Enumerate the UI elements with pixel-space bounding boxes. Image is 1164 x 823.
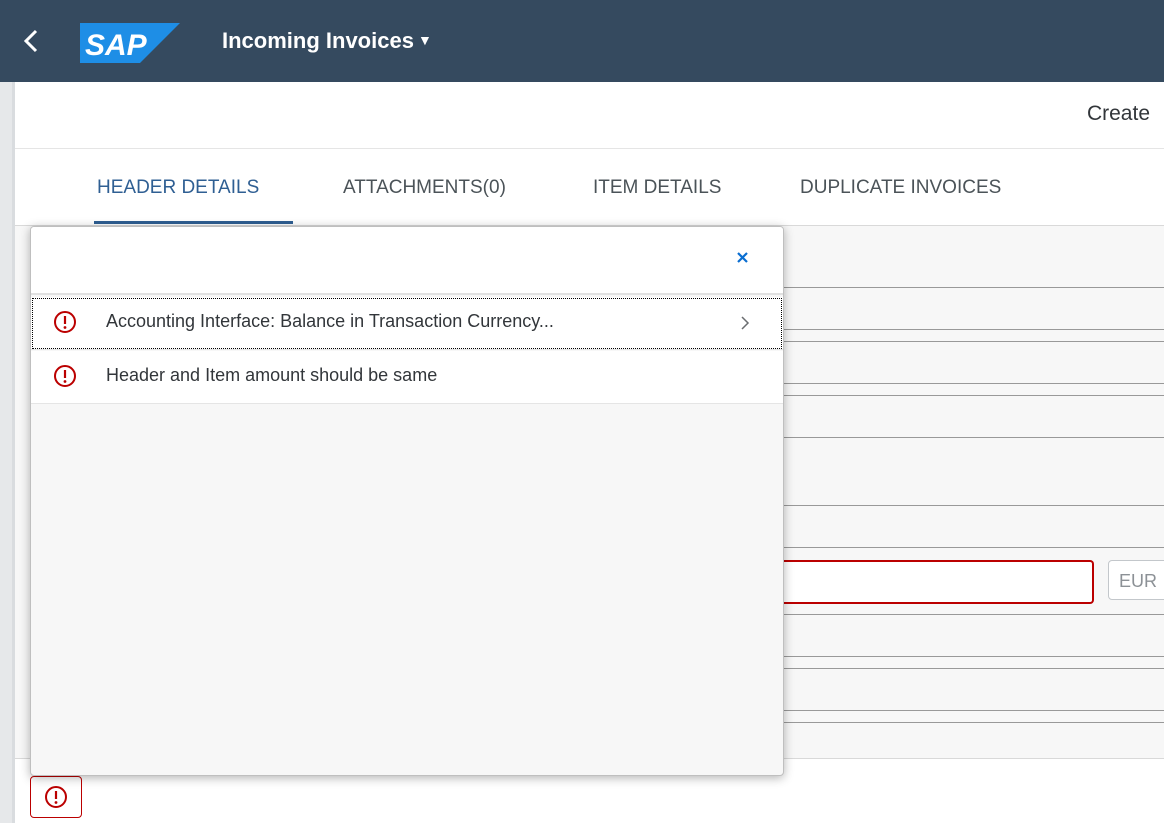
- form-field-line: [782, 505, 1164, 506]
- close-button[interactable]: [731, 245, 755, 269]
- sap-logo: SAP: [80, 23, 180, 63]
- form-field-line: [782, 547, 1164, 548]
- form-field-line: [782, 383, 1164, 384]
- logo-text: SAP: [85, 29, 148, 62]
- error-icon: [52, 309, 78, 335]
- form-field-line: [782, 722, 1164, 723]
- form-field-line: [782, 614, 1164, 615]
- form-field-line: [782, 437, 1164, 438]
- form-field-line: [782, 710, 1164, 711]
- page-toolbar: Create: [15, 82, 1164, 149]
- message-text: Accounting Interface: Balance in Transac…: [106, 311, 554, 332]
- form-field-line: [782, 656, 1164, 657]
- selected-tab-indicator: [94, 221, 293, 224]
- app-title: Incoming Invoices: [222, 28, 414, 53]
- currency-input[interactable]: EUR: [1108, 560, 1164, 600]
- message-popover: Accounting Interface: Balance in Transac…: [30, 226, 784, 776]
- form-field-line: [782, 395, 1164, 396]
- tab-header-details[interactable]: HEADER DETAILS: [97, 177, 259, 199]
- amount-input[interactable]: [760, 560, 1094, 604]
- form-field-line: [782, 287, 1164, 288]
- create-button[interactable]: Create: [1087, 102, 1150, 126]
- caret-down-icon: ▼: [418, 32, 432, 48]
- tab-attachments[interactable]: ATTACHMENTS(0): [343, 177, 506, 199]
- chevron-left-icon: [18, 26, 46, 56]
- app-title-menu[interactable]: Incoming Invoices ▼: [222, 28, 432, 54]
- close-icon: [731, 245, 755, 269]
- popover-header: [31, 227, 783, 295]
- message-text: Header and Item amount should be same: [106, 365, 437, 386]
- back-button[interactable]: [18, 26, 46, 56]
- shell-bar: SAP Incoming Invoices ▼: [0, 0, 1164, 82]
- message-item[interactable]: Header and Item amount should be same: [31, 351, 783, 404]
- form-field-line: [782, 329, 1164, 330]
- form-field-line: [782, 341, 1164, 342]
- message-item[interactable]: Accounting Interface: Balance in Transac…: [31, 297, 783, 350]
- error-icon: [31, 777, 81, 817]
- chevron-right-icon: [739, 314, 751, 332]
- tab-item-details[interactable]: ITEM DETAILS: [593, 177, 721, 199]
- tab-bar: HEADER DETAILS ATTACHMENTS(0) ITEM DETAI…: [15, 149, 1164, 226]
- error-icon: [52, 363, 78, 389]
- form-field-line: [782, 668, 1164, 669]
- tab-duplicate-invoices[interactable]: DUPLICATE INVOICES: [800, 177, 1001, 199]
- message-popover-button[interactable]: [30, 776, 82, 818]
